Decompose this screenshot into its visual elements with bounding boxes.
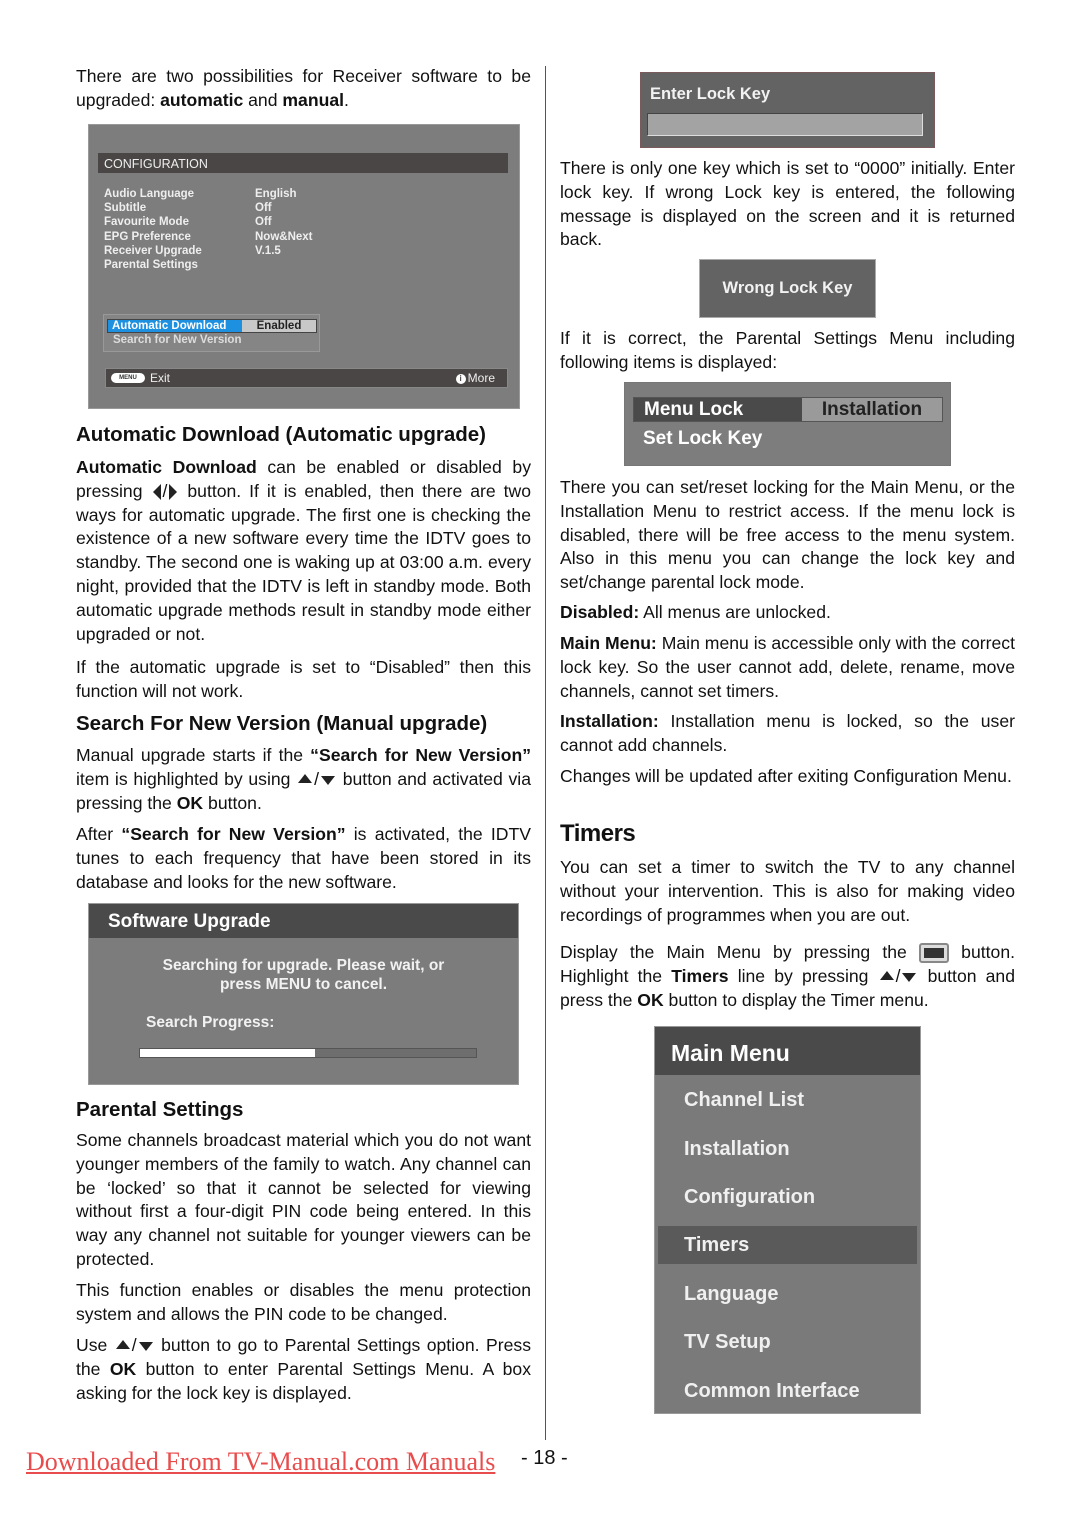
configuration-screen: CONFIGURATION Audio Language English Subt… — [88, 124, 520, 409]
parental-settings-heading: Parental Settings — [76, 1098, 244, 1121]
software-upgrade-title: Software Upgrade — [89, 904, 518, 938]
more-hint[interactable]: i More — [455, 369, 495, 388]
configuration-list: Audio Language English Subtitle Off Favour… — [104, 187, 313, 272]
mode-main-menu: Main Menu: Main menu is accessible only … — [560, 633, 1015, 701]
main-menu-screen: Main Menu Channel List Installation Conf… — [654, 1026, 921, 1414]
mode-disabled: Disabled: All menus are unlocked. — [560, 602, 831, 622]
manual-upgrade-paragraph: Manual upgrade starts if the “Search for… — [76, 745, 531, 813]
up-arrow-icon — [879, 970, 894, 980]
main-menu-item-language[interactable]: Language — [658, 1275, 917, 1313]
mode-installation: Installation: Installation menu is locke… — [560, 711, 1015, 755]
software-upgrade-message: Searching for upgrade. Please wait, or p… — [162, 957, 445, 993]
lock-key-input[interactable] — [647, 113, 923, 136]
search-new-version-option[interactable]: Search for New Version — [113, 334, 241, 346]
auto-download-note: If the automatic upgrade is set to “Disa… — [76, 657, 531, 701]
info-icon: i — [455, 373, 466, 384]
intro-paragraph: There are two possibilities for Receiver… — [76, 66, 531, 110]
down-arrow-icon — [902, 972, 917, 982]
software-upgrade-screen: Software Upgrade Searching for upgrade. … — [88, 903, 519, 1085]
changes-note: Changes will be updated after exiting Co… — [560, 766, 1012, 786]
main-menu-item-timers[interactable]: Timers — [658, 1226, 917, 1264]
manual-upgrade-heading: Search For New Version (Manual upgrade) — [76, 712, 488, 735]
up-arrow-icon — [115, 1339, 130, 1349]
automatic-download-option[interactable]: Automatic Download Enabled — [107, 319, 317, 333]
parental-paragraph-3: Use / button to go to Parental Settings … — [76, 1335, 531, 1403]
set-lock-key-option[interactable]: Set Lock Key — [643, 428, 762, 450]
search-progress-fill — [140, 1049, 315, 1057]
column-divider — [545, 66, 546, 1440]
exit-hint[interactable]: Exit — [150, 369, 170, 388]
config-row[interactable]: Parental Settings — [104, 258, 313, 272]
menu-key-icon: MENU — [111, 373, 145, 383]
auto-download-paragraph: Automatic Download can be enabled or dis… — [76, 457, 532, 644]
config-row[interactable]: Audio Language English — [104, 187, 313, 201]
lock-key-paragraph: There is only one key which is set to “0… — [560, 158, 1015, 250]
main-menu-item-configuration[interactable]: Configuration — [658, 1178, 917, 1216]
manual-upgrade-after-paragraph: After “Search for New Version” is activa… — [76, 824, 531, 892]
configuration-title: CONFIGURATION — [98, 153, 508, 173]
right-arrow-icon — [169, 484, 178, 501]
main-menu-item-channel-list[interactable]: Channel List — [658, 1081, 917, 1119]
menu-lock-value[interactable]: Installation — [802, 398, 942, 421]
config-row[interactable]: Receiver Upgrade V.1.5 — [104, 244, 313, 258]
main-menu-item-tv-setup[interactable]: TV Setup — [658, 1323, 917, 1361]
parental-paragraph-2: This function enables or disables the me… — [76, 1280, 531, 1324]
search-progress-label: Search Progress: — [146, 1014, 275, 1031]
main-menu-item-common-interface[interactable]: Common Interface — [658, 1372, 917, 1410]
upgrade-submenu: Automatic Download Enabled Search for Ne… — [103, 314, 320, 352]
down-arrow-icon — [138, 1341, 153, 1351]
timers-heading: Timers — [560, 820, 636, 847]
configuration-footer: MENU Exit i More — [105, 368, 508, 388]
timers-paragraph-1: You can set a timer to switch the TV to … — [560, 857, 1015, 925]
config-row[interactable]: Subtitle Off — [104, 201, 313, 215]
down-arrow-icon — [321, 775, 336, 785]
config-row[interactable]: Favourite Mode Off — [104, 215, 313, 229]
menu-lock-option[interactable]: Menu Lock Installation — [633, 397, 943, 422]
automatic-download-value[interactable]: Enabled — [242, 320, 316, 332]
up-arrow-icon — [298, 773, 313, 783]
left-arrow-icon — [152, 484, 161, 501]
parental-menu-description: There you can set/reset locking for the … — [560, 477, 1015, 593]
menu-button-icon — [919, 943, 950, 964]
auto-download-heading: Automatic Download (Automatic upgrade) — [76, 423, 486, 446]
download-source-link[interactable]: Downloaded From TV-Manual.com Manuals — [26, 1447, 495, 1477]
page-number: - 18 - — [521, 1447, 568, 1469]
timers-paragraph-2: Display the Main Menu by pressing the bu… — [560, 942, 1015, 1010]
enter-lock-key-dialog: Enter Lock Key — [640, 72, 935, 148]
main-menu-title: Main Menu — [655, 1027, 920, 1075]
config-row[interactable]: EPG Preference Now&Next — [104, 230, 313, 244]
enter-lock-key-title: Enter Lock Key — [650, 85, 771, 103]
parental-settings-menu: Menu Lock Installation Set Lock Key — [624, 382, 951, 466]
main-menu-item-installation[interactable]: Installation — [658, 1130, 917, 1168]
parental-paragraph-1: Some channels broadcast material which y… — [76, 1130, 531, 1269]
correct-key-paragraph: If it is correct, the Parental Settings … — [560, 328, 1015, 372]
search-progress-bar — [139, 1048, 477, 1058]
wrong-lock-key-dialog: Wrong Lock Key — [699, 259, 876, 318]
